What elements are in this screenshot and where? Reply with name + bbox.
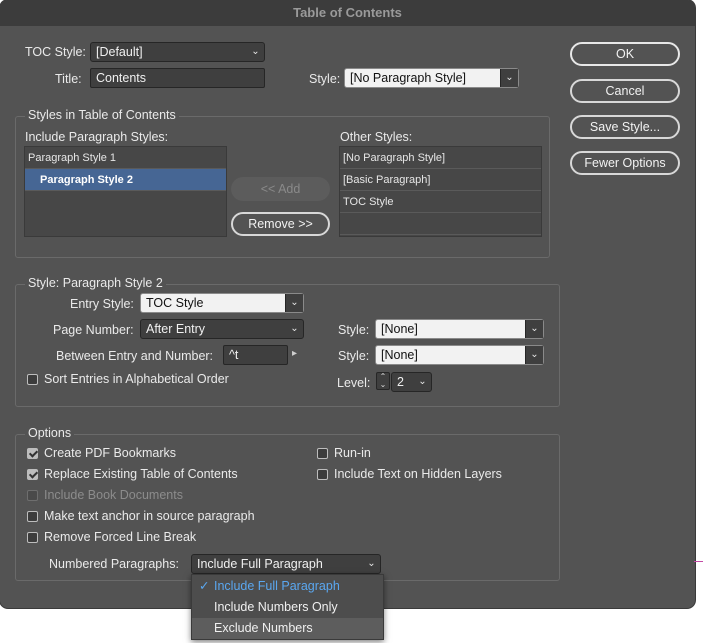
cancel-button[interactable]: Cancel [570, 79, 680, 103]
other-styles-list: [No Paragraph Style] [Basic Paragraph] T… [339, 146, 542, 237]
remove-forced-line-break-label: Remove Forced Line Break [44, 530, 197, 544]
sort-alphabetical-checkbox[interactable] [27, 374, 38, 385]
between-label: Between Entry and Number: [56, 349, 214, 363]
replace-existing-label: Replace Existing Table of Contents [44, 467, 238, 481]
include-styles-label: Include Paragraph Styles: [25, 130, 169, 144]
entry-style-label: Entry Style: [70, 297, 134, 311]
numbered-paragraphs-label: Numbered Paragraphs: [49, 557, 179, 571]
title-input[interactable]: Contents [90, 68, 265, 88]
between-style-label: Style: [338, 349, 370, 363]
chevron-down-icon: ⌄ [285, 294, 303, 312]
save-style-button[interactable]: Save Style... [570, 115, 680, 139]
between-input[interactable]: ^t [223, 345, 288, 365]
between-style-dropdown[interactable]: [None] ⌄ [375, 345, 544, 365]
chevron-down-icon: ⌄ [525, 320, 543, 338]
page-number-value: After Entry [146, 322, 206, 336]
list-item[interactable]: TOC Style [340, 191, 541, 213]
fewer-options-button[interactable]: Fewer Options [570, 151, 680, 175]
between-style-value: [None] [381, 348, 418, 362]
include-styles-list: Paragraph Style 1 Paragraph Style 2 [24, 146, 227, 237]
styles-in-toc-title: Styles in Table of Contents [25, 108, 179, 122]
make-text-anchor-checkbox[interactable] [27, 511, 38, 522]
create-pdf-bookmarks-checkbox[interactable] [27, 448, 38, 459]
include-book-documents-label: Include Book Documents [44, 488, 183, 502]
chevron-down-icon: ⌄ [418, 376, 427, 387]
menu-item-include-numbers-only[interactable]: Include Numbers Only [192, 597, 383, 618]
guide-line [694, 561, 703, 562]
sort-alphabetical-label: Sort Entries in Alphabetical Order [44, 372, 229, 386]
menu-item-label: Exclude Numbers [214, 621, 313, 635]
remove-button[interactable]: Remove >> [231, 212, 330, 236]
create-pdf-bookmarks-label: Create PDF Bookmarks [44, 446, 176, 460]
list-item-selected[interactable]: Paragraph Style 2 [25, 169, 226, 191]
toc-style-label: TOC Style: [25, 45, 86, 59]
level-dropdown[interactable]: 2 ⌄ [391, 372, 432, 392]
special-chars-arrow-icon[interactable]: ▸ [292, 348, 297, 359]
chevron-down-icon: ⌄ [500, 69, 518, 87]
page-number-label: Page Number: [53, 323, 134, 337]
ok-button[interactable]: OK [570, 42, 680, 66]
menu-item-include-full-paragraph[interactable]: ✓ Include Full Paragraph [192, 576, 383, 597]
add-button[interactable]: << Add [231, 177, 330, 201]
options-title: Options [25, 426, 75, 440]
replace-existing-checkbox[interactable] [27, 469, 38, 480]
chevron-down-icon: ⌄ [367, 558, 376, 569]
title-style-label: Style: [309, 72, 341, 86]
down-arrow-icon[interactable]: ⌄ [377, 381, 389, 389]
remove-forced-line-break-checkbox[interactable] [27, 532, 38, 543]
menu-item-exclude-numbers[interactable]: Exclude Numbers [192, 618, 383, 639]
title-style-dropdown[interactable]: [No Paragraph Style] ⌄ [344, 68, 519, 88]
page-number-style-dropdown[interactable]: [None] ⌄ [375, 319, 544, 339]
include-hidden-layers-label: Include Text on Hidden Layers [334, 467, 502, 481]
run-in-label: Run-in [334, 446, 371, 460]
chevron-down-icon: ⌄ [251, 46, 260, 57]
level-value: 2 [397, 375, 404, 389]
window-title: Table of Contents [0, 0, 695, 26]
page-number-dropdown[interactable]: After Entry ⌄ [140, 319, 304, 339]
toc-style-value: [Default] [96, 45, 143, 59]
level-label: Level: [337, 376, 371, 390]
list-item[interactable] [340, 213, 541, 235]
entry-style-dropdown[interactable]: TOC Style ⌄ [140, 293, 304, 313]
toc-style-dropdown[interactable]: [Default] ⌄ [90, 42, 265, 62]
list-item[interactable]: [No Paragraph Style] [340, 147, 541, 169]
chevron-down-icon: ⌄ [525, 346, 543, 364]
menu-item-label: Include Full Paragraph [214, 579, 340, 593]
numbered-paragraphs-menu: ✓ Include Full Paragraph Include Numbers… [191, 574, 384, 640]
include-book-documents-checkbox[interactable] [27, 490, 38, 501]
page-number-style-value: [None] [381, 322, 418, 336]
checkmark-icon: ✓ [199, 579, 210, 593]
title-label: Title: [55, 72, 82, 86]
include-hidden-layers-checkbox[interactable] [317, 469, 328, 480]
page-number-style-label: Style: [338, 323, 370, 337]
toc-dialog: Table of Contents TOC Style: [Default] ⌄… [0, 0, 695, 608]
make-text-anchor-label: Make text anchor in source paragraph [44, 509, 255, 523]
level-stepper[interactable]: ⌃ ⌄ [376, 372, 390, 390]
run-in-checkbox[interactable] [317, 448, 328, 459]
paragraph-style-title: Style: Paragraph Style 2 [25, 276, 166, 290]
title-style-value: [No Paragraph Style] [350, 71, 467, 85]
list-item[interactable]: [Basic Paragraph] [340, 169, 541, 191]
other-styles-label: Other Styles: [340, 130, 413, 144]
entry-style-value: TOC Style [146, 296, 204, 310]
list-item[interactable]: Paragraph Style 1 [25, 147, 226, 169]
menu-item-label: Include Numbers Only [214, 600, 338, 614]
numbered-paragraphs-dropdown[interactable]: Include Full Paragraph ⌄ [191, 554, 381, 574]
numbered-paragraphs-value: Include Full Paragraph [197, 557, 323, 571]
chevron-down-icon: ⌄ [290, 323, 299, 334]
